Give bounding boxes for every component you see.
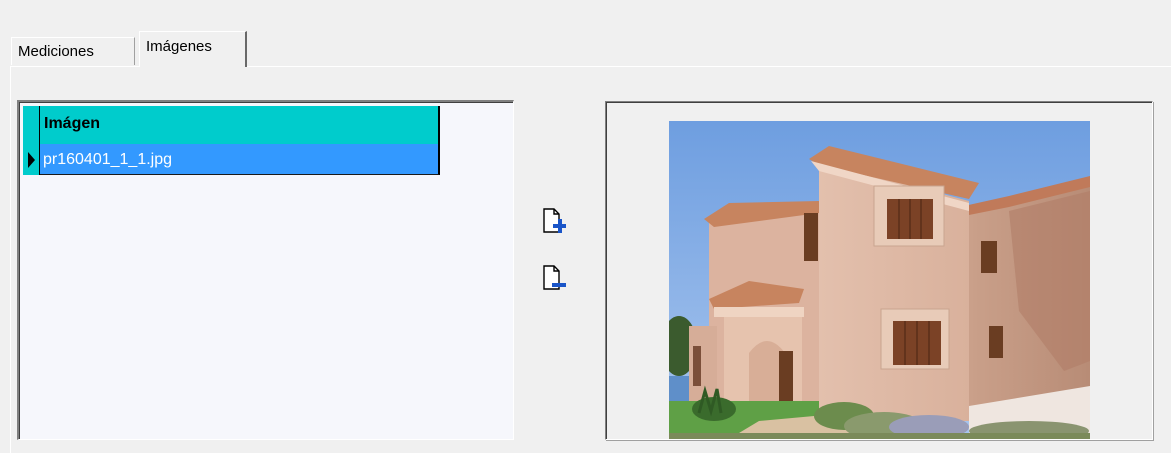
current-row-arrow-icon: [28, 152, 35, 168]
row-indicator[interactable]: [23, 144, 40, 175]
image-list-grid[interactable]: Imágen pr160401_1_1.jpg: [17, 100, 514, 440]
tab-imagenes[interactable]: Imágenes: [139, 31, 247, 67]
row-indicator-header: [23, 106, 40, 144]
imagenes-form: Mediciones Imágenes Imágen pr160401_1_1.…: [0, 0, 1171, 453]
image-filename-cell[interactable]: pr160401_1_1.jpg: [40, 144, 440, 175]
add-file-icon: [543, 208, 567, 233]
house-photo: [669, 121, 1090, 439]
table-row[interactable]: pr160401_1_1.jpg: [23, 144, 440, 175]
remove-image-button[interactable]: [542, 263, 566, 293]
add-image-button[interactable]: [542, 206, 567, 236]
tab-mediciones[interactable]: Mediciones: [11, 37, 135, 65]
column-header-imagen[interactable]: Imágen: [44, 115, 100, 133]
remove-file-icon: [543, 265, 566, 290]
grid-header-row: Imágen: [23, 106, 440, 144]
